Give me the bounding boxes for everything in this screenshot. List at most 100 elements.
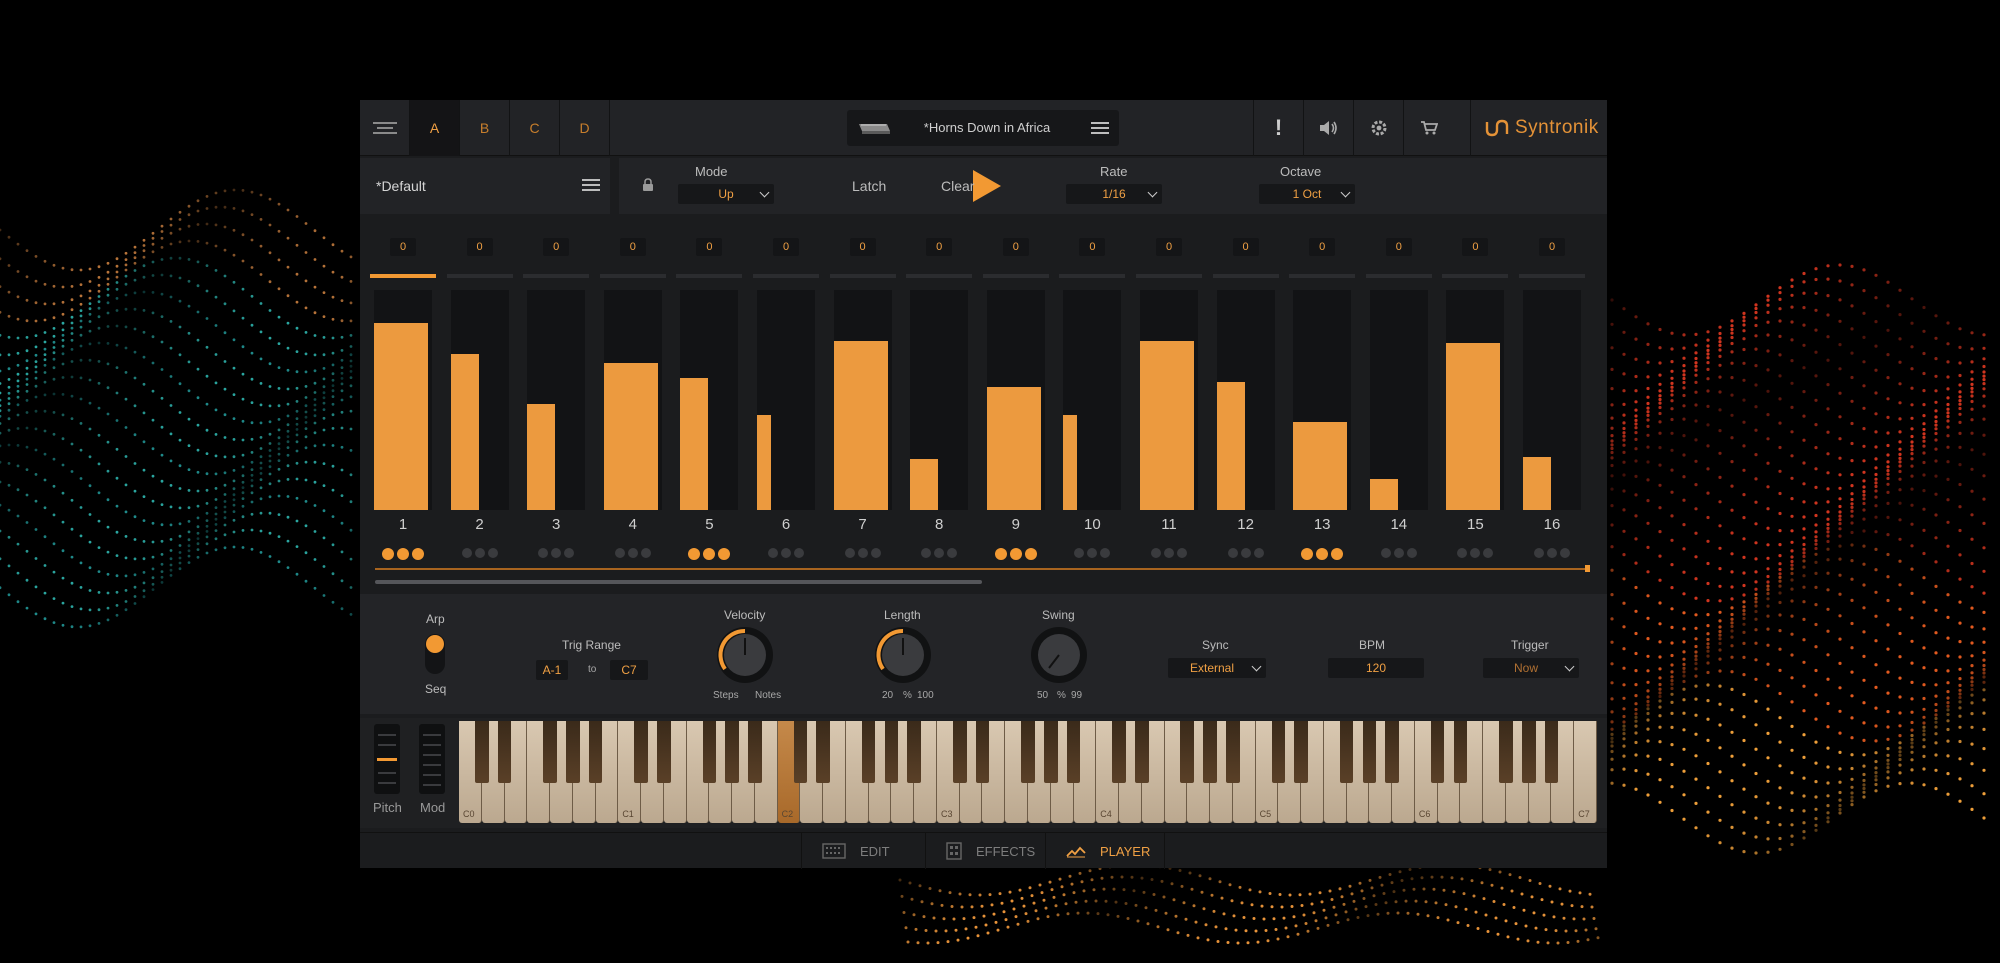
step-offset-value[interactable]: 0 [390,238,416,256]
preset-browser[interactable]: *Horns Down in Africa [847,110,1119,146]
black-key[interactable] [588,721,603,783]
step-select-indicator[interactable] [829,274,896,278]
black-key[interactable] [1294,721,1308,783]
black-key[interactable] [634,721,648,783]
black-key[interactable] [497,721,512,783]
black-key[interactable] [1544,721,1559,783]
black-key[interactable] [1453,721,1468,783]
step-select-indicator[interactable] [1059,274,1126,278]
lock-icon[interactable] [642,178,654,191]
white-key[interactable] [1574,721,1597,823]
black-key[interactable] [657,721,671,783]
step-accent-dots[interactable] [447,548,513,558]
black-key[interactable] [861,721,876,783]
trig-range-low[interactable]: A-1 [536,660,568,680]
preset-menu-icon[interactable] [1091,119,1109,137]
step-select-indicator[interactable] [599,274,666,278]
black-key[interactable] [1134,721,1149,783]
step-velocity-slider[interactable] [603,290,662,510]
step-offset-value[interactable]: 0 [619,238,646,256]
sequencer-step[interactable]: 06 [753,218,819,586]
step-velocity-slider[interactable] [450,290,509,510]
slot-tab-d[interactable]: D [560,100,610,156]
rate-dropdown[interactable]: 1/16 [1066,184,1162,204]
sequencer-step[interactable]: 0 15 [1442,218,1509,586]
step-offset-value[interactable]: 0 [466,238,493,256]
loop-end-marker[interactable] [1585,565,1590,572]
step-offset-value[interactable]: 0 [1309,238,1336,256]
sequencer-step[interactable]: 05 [676,218,743,586]
black-key[interactable] [748,721,762,783]
step-select-indicator[interactable] [1136,274,1202,278]
slot-tab-b[interactable]: B [460,100,510,156]
sequencer-step[interactable]: 04 [599,218,666,586]
black-key[interactable] [565,721,580,783]
step-select-indicator[interactable] [982,274,1049,278]
step-select-indicator[interactable] [1212,274,1279,278]
black-key[interactable] [1112,721,1126,783]
pitch-wheel[interactable] [374,724,400,794]
black-key[interactable] [1430,721,1445,783]
step-offset-value[interactable]: 0 [1002,238,1029,256]
bpm-field[interactable]: 120 [1328,658,1424,678]
black-key[interactable] [1226,721,1240,783]
sequencer-step[interactable]: 08 [906,218,973,586]
black-key[interactable] [1385,721,1399,783]
length-knob[interactable] [872,624,934,686]
step-accent-dots[interactable] [1136,548,1202,558]
step-accent-dots[interactable] [753,548,819,558]
sequencer-step[interactable]: 02 [446,218,513,586]
sequencer-step[interactable]: 07 [829,218,896,586]
step-offset-value[interactable]: 0 [543,238,570,256]
step-velocity-slider[interactable] [1293,290,1352,510]
step-select-indicator[interactable] [1442,274,1509,278]
step-select-indicator[interactable] [446,274,513,278]
step-velocity-slider[interactable] [374,290,432,510]
step-select-indicator[interactable] [1365,274,1432,278]
step-velocity-slider[interactable] [910,290,969,510]
step-accent-dots[interactable] [1366,548,1432,558]
velocity-knob[interactable] [714,624,776,686]
piano-keyboard[interactable]: C0 C1 C2 C3 C4 C5 C6 C7 [459,721,1597,823]
trig-range-high[interactable]: C7 [610,660,648,680]
step-select-indicator[interactable] [1519,274,1585,278]
black-key[interactable] [1499,721,1513,783]
step-accent-dots[interactable] [676,548,742,560]
sequencer-step[interactable]: 0 10 [1059,218,1126,586]
step-accent-dots[interactable] [1289,548,1355,560]
step-velocity-slider[interactable] [527,290,586,510]
slot-tab-a[interactable]: A [410,100,460,156]
step-accent-dots[interactable] [1059,548,1125,558]
step-accent-dots[interactable] [983,548,1049,560]
black-key[interactable] [884,721,899,783]
black-key[interactable] [793,721,808,783]
black-key[interactable] [1339,721,1354,783]
step-velocity-slider[interactable] [1063,290,1122,510]
slot-tab-c[interactable]: C [510,100,560,156]
sequencer-step[interactable]: 0 16 [1519,218,1585,586]
step-select-indicator[interactable] [370,274,436,278]
black-key[interactable] [1043,721,1058,783]
step-offset-value[interactable]: 0 [773,238,799,256]
black-key[interactable] [1203,721,1217,783]
step-accent-dots[interactable] [1213,548,1279,558]
black-key[interactable] [543,721,557,783]
black-key[interactable] [1180,721,1195,783]
black-key[interactable] [1066,721,1081,783]
black-key[interactable] [1021,721,1035,783]
step-velocity-slider[interactable] [680,290,739,510]
tab-edit[interactable]: EDIT [801,833,925,869]
step-select-indicator[interactable] [1289,274,1356,278]
pattern-preset-selector[interactable]: *Default [360,158,610,214]
black-key[interactable] [725,721,739,783]
sequencer-step[interactable]: 03 [523,218,590,586]
clear-button[interactable]: Clear [941,178,974,194]
play-icon[interactable] [973,170,1001,202]
black-key[interactable] [702,721,717,783]
step-velocity-slider[interactable] [1369,290,1428,510]
tab-effects[interactable]: EFFECTS [925,833,1045,869]
octave-dropdown[interactable]: 1 Oct [1259,184,1355,204]
step-offset-value[interactable]: 0 [696,238,723,256]
black-key[interactable] [816,721,830,783]
step-offset-value[interactable]: 0 [926,238,953,256]
